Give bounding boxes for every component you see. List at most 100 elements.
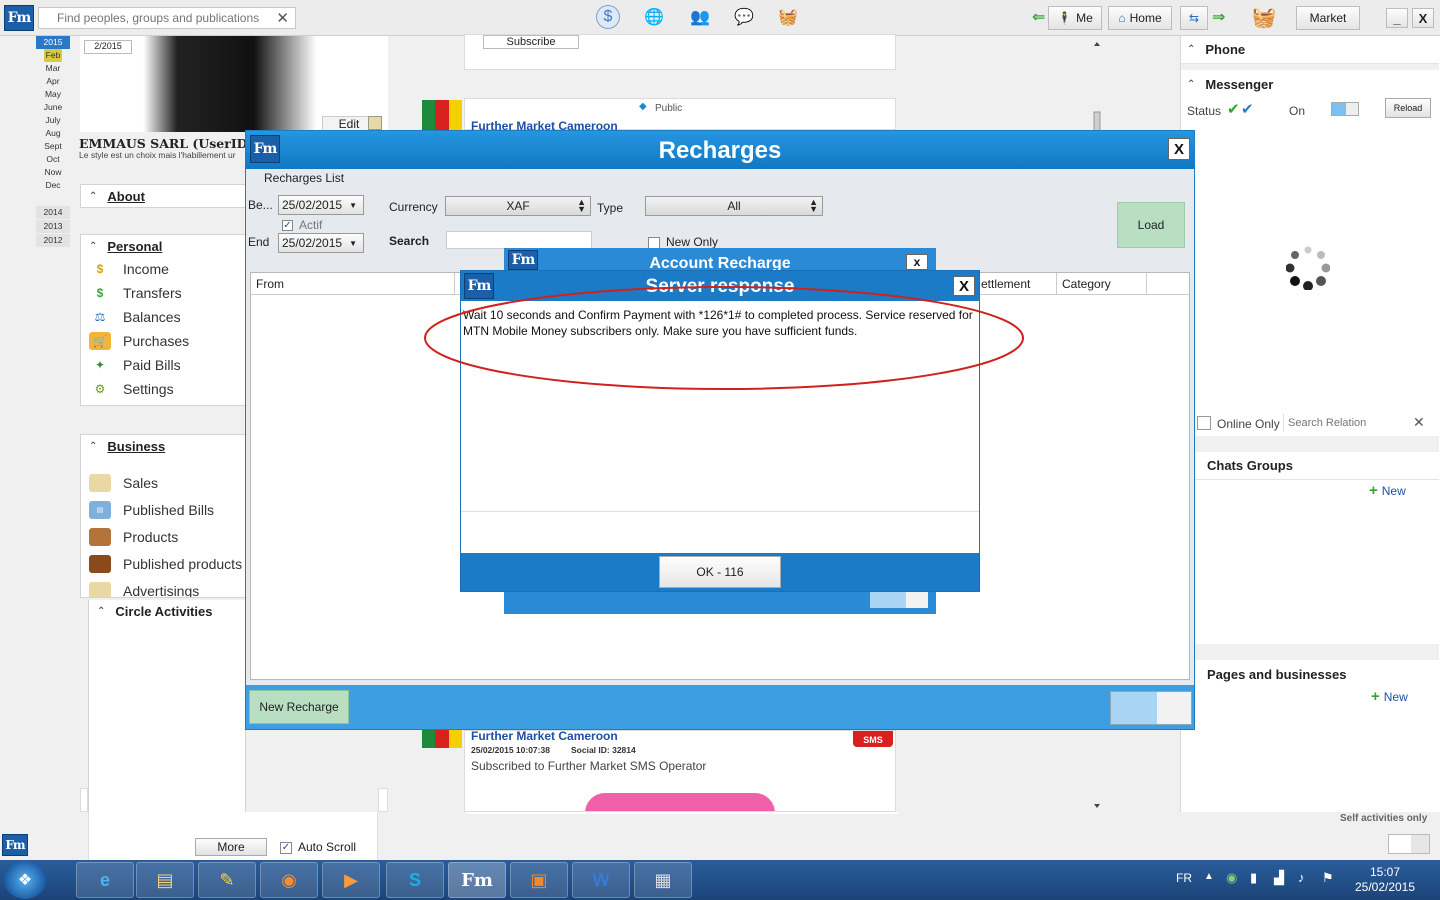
clear-search-icon[interactable]: ✕ [276,9,289,27]
timeline-year[interactable]: 2013 [36,220,70,233]
more-button[interactable]: More [195,838,267,856]
app-logo[interactable]: Fm [2,834,28,856]
actif-checkbox[interactable]: ✓ Actif [282,218,322,232]
menu-paid-bills[interactable]: ✦ Paid Bills [81,353,245,377]
new-page-button[interactable]: + New [1371,688,1408,705]
tray-app-icon[interactable]: ◉ [1226,870,1237,886]
timeline-month[interactable]: Mar [36,62,70,75]
menu-published-products[interactable]: Published products [81,550,245,577]
business-header[interactable]: ⌃ Business [81,435,245,457]
forward-arrow-icon[interactable]: ⇒ [1212,7,1225,27]
tool-app-icon[interactable]: ✎ [198,862,256,898]
globe-icon[interactable]: 🌐 [642,5,666,29]
tray-expand-icon[interactable]: ▲ [1204,871,1214,882]
end-date-picker[interactable]: 25/02/2015 ▼ [278,233,364,253]
market-button[interactable]: Market [1296,6,1360,30]
status-check-icon[interactable]: ✔ [1227,100,1240,118]
timeline-year[interactable]: 2012 [36,234,70,247]
global-search-input[interactable] [39,8,259,28]
timeline-month[interactable]: Oct [36,153,70,166]
menu-income[interactable]: $ Income [81,257,245,281]
about-header[interactable]: ⌃ About [81,185,245,207]
begin-date-picker[interactable]: 25/02/2015 ▼ [278,195,364,215]
reload-button[interactable]: Reload [1385,98,1431,118]
search-relation-input[interactable] [1283,414,1411,432]
menu-sales[interactable]: Sales [81,469,245,496]
timeline-month[interactable]: Now [36,166,70,179]
ok-button[interactable]: OK - 116 [659,556,781,588]
money-icon[interactable]: $ [596,5,620,29]
timeline-month[interactable]: Sept [36,140,70,153]
clear-relation-icon[interactable]: ✕ [1413,414,1425,431]
timeline-year[interactable]: 2015 [36,36,70,49]
messenger-header[interactable]: ⌃ Messenger [1181,70,1439,98]
home-button[interactable]: ⌂ Home [1108,6,1172,30]
app-logo[interactable]: Fm [4,5,34,31]
menu-settings[interactable]: ⚙ Settings [81,377,245,401]
circle-header[interactable]: ⌃ Circle Activities [89,600,245,622]
timeline-month[interactable]: Dec [36,179,70,192]
close-app-button[interactable]: X [1412,8,1434,28]
account-toggle[interactable] [870,592,928,608]
menu-advertisings[interactable]: Advertisings [81,577,245,597]
further-market-icon[interactable]: Fm [448,862,506,898]
recharges-search-input[interactable] [446,231,592,249]
system-clock[interactable]: 15:07 25/02/2015 [1348,865,1422,895]
timeline-year[interactable]: 2014 [36,206,70,219]
flag-icon[interactable]: ⚑ [1322,870,1334,886]
basket-icon[interactable]: 🧺 [776,5,800,29]
timeline-month[interactable]: July [36,114,70,127]
menu-balances[interactable]: ⚖ Balances [81,305,245,329]
phone-header[interactable]: ⌃ Phone [1181,36,1439,64]
timeline-month[interactable]: Feb [44,49,62,62]
internet-explorer-icon[interactable]: e [76,862,134,898]
menu-published-bills[interactable]: ▤ Published Bills [81,496,245,523]
new-recharge-button[interactable]: New Recharge [249,690,349,724]
chat-icon[interactable]: 💬 [732,5,756,29]
timeline-month[interactable]: Apr [36,75,70,88]
new-only-checkbox[interactable]: New Only [648,235,718,249]
volume-icon[interactable]: ♪ [1298,870,1305,885]
skype-icon[interactable]: S [386,862,444,898]
media-player-icon[interactable]: ▶ [322,862,380,898]
status-toggle[interactable] [1331,102,1359,116]
language-indicator[interactable]: FR [1176,871,1192,885]
self-activities-toggle[interactable] [1388,834,1430,854]
back-arrow-icon[interactable]: ⇐ [1032,7,1045,27]
online-only-checkbox[interactable] [1197,416,1211,430]
word-icon[interactable]: W [572,862,630,898]
minimize-button[interactable]: _ [1386,8,1408,28]
column-header-category[interactable]: Category [1057,273,1147,295]
load-button[interactable]: Load [1117,202,1185,248]
auto-scroll-checkbox[interactable]: ✓ Auto Scroll [280,840,356,854]
close-recharges-button[interactable]: X [1168,138,1190,160]
timeline-month[interactable]: Aug [36,127,70,140]
sync-button[interactable]: ⇆ [1180,6,1208,30]
post-author[interactable]: Further Market Cameroon [471,731,618,743]
new-chat-group-button[interactable]: + New [1369,482,1406,499]
global-search[interactable]: ✕ [38,7,296,29]
calendar-icon[interactable] [368,116,382,130]
people-icon[interactable]: 👥 [688,5,712,29]
me-button[interactable]: 🕴 Me [1048,6,1102,30]
timeline-month[interactable]: June [36,101,70,114]
firefox-icon[interactable]: ◉ [260,862,318,898]
market-basket-icon[interactable]: 🧺 [1250,3,1278,31]
pdf-icon[interactable]: ▣ [510,862,568,898]
close-account-recharge-button[interactable]: x [906,254,928,270]
menu-transfers[interactable]: $ Transfers [81,281,245,305]
menu-products[interactable]: Products [81,523,245,550]
signal-icon[interactable]: ▟ [1274,870,1284,886]
battery-icon[interactable]: ▮ [1250,870,1257,886]
personal-header[interactable]: ⌃ Personal [81,235,245,257]
menu-purchases[interactable]: 🛒 Purchases [81,329,245,353]
footer-toggle[interactable] [1110,691,1192,725]
remote-app-icon[interactable]: ▦ [634,862,692,898]
type-select[interactable]: All ▲ ▼ [645,196,823,216]
currency-select[interactable]: XAF ▲ ▼ [445,196,591,216]
subscribe-button[interactable]: Subscribe [483,35,579,49]
start-button[interactable]: ❖ [4,861,46,899]
timeline-month[interactable]: May [36,88,70,101]
status-check-icon[interactable]: ✔ [1241,100,1254,118]
file-explorer-icon[interactable]: ▤ [136,862,194,898]
